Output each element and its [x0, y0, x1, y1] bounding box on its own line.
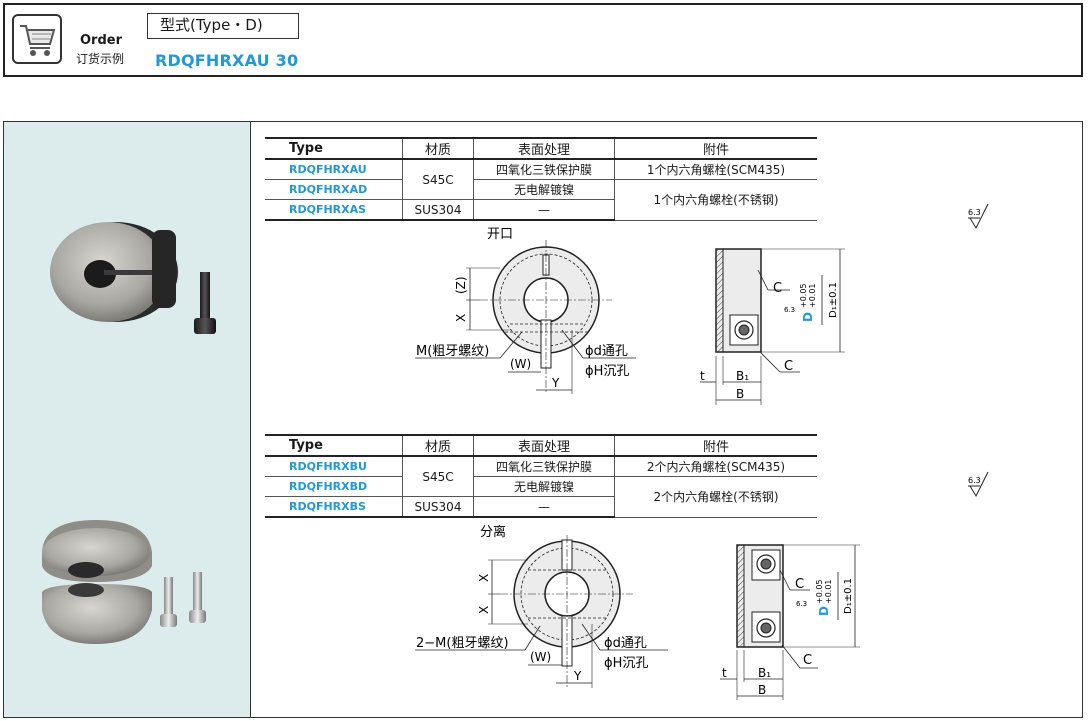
- accessory-cell: 2个内六角螺栓(SCM435): [614, 456, 817, 477]
- type-label-box: 型式(Type・D): [147, 13, 299, 39]
- col-header-surface: 表面处理: [473, 434, 615, 457]
- col-header-surface: 表面处理: [473, 137, 615, 160]
- spec-table-open: Type 材质 表面处理 附件 RDQFHRXAU S45C 四氧化三铁保护膜 …: [265, 137, 817, 221]
- material-cell: S45C: [402, 456, 474, 497]
- type-code: RDQFHRXAD: [265, 179, 403, 200]
- surface-cell: —: [473, 496, 615, 518]
- col-header-material: 材质: [402, 137, 474, 160]
- accessory-cell: 1个内六角螺栓(SCM435): [614, 159, 817, 180]
- order-example-code: RDQFHRXAU 30: [155, 51, 299, 70]
- type-code: RDQFHRXBS: [265, 496, 403, 518]
- type-code: RDQFHRXAS: [265, 199, 403, 221]
- shopping-cart-icon: [12, 14, 62, 64]
- type-code: RDQFHRXAU: [265, 159, 403, 180]
- spec-table-split: Type 材质 表面处理 附件 RDQFHRXBU S45C 四氧化三铁保护膜 …: [265, 434, 817, 518]
- col-header-type: Type: [265, 434, 403, 457]
- table-row: RDQFHRXAD 无电解镀镍 1个内六角螺栓(不锈钢): [265, 179, 817, 221]
- material-cell: SUS304: [402, 496, 474, 518]
- surface-cell: 四氧化三铁保护膜: [473, 159, 615, 180]
- order-label-en: Order: [80, 33, 122, 48]
- surface-cell: —: [473, 199, 615, 221]
- material-cell: SUS304: [402, 199, 474, 221]
- accessory-cell: 2个内六角螺栓(不锈钢): [614, 476, 817, 518]
- surface-cell: 无电解镀镍: [473, 179, 615, 200]
- col-header-accessory: 附件: [614, 434, 817, 457]
- type-code: RDQFHRXBD: [265, 476, 403, 497]
- accessory-cell: 1个内六角螺栓(不锈钢): [614, 179, 817, 221]
- order-label-zh: 订货示例: [76, 52, 125, 66]
- surface-cell: 四氧化三铁保护膜: [473, 456, 615, 477]
- surface-cell: 无电解镀镍: [473, 476, 615, 497]
- col-header-type: Type: [265, 137, 403, 160]
- col-header-material: 材质: [402, 434, 474, 457]
- product-photo-collar-open: [42, 222, 216, 644]
- type-code: RDQFHRXBU: [265, 456, 403, 477]
- table-row: RDQFHRXAU S45C 四氧化三铁保护膜 1个内六角螺栓(SCM435): [265, 159, 817, 200]
- table-row: RDQFHRXBD 无电解镀镍 2个内六角螺栓(不锈钢): [265, 476, 817, 518]
- table-row: RDQFHRXBU S45C 四氧化三铁保护膜 2个内六角螺栓(SCM435): [265, 456, 817, 497]
- material-cell: S45C: [402, 159, 474, 200]
- col-header-accessory: 附件: [614, 137, 817, 160]
- product-photo-panel: [4, 122, 251, 717]
